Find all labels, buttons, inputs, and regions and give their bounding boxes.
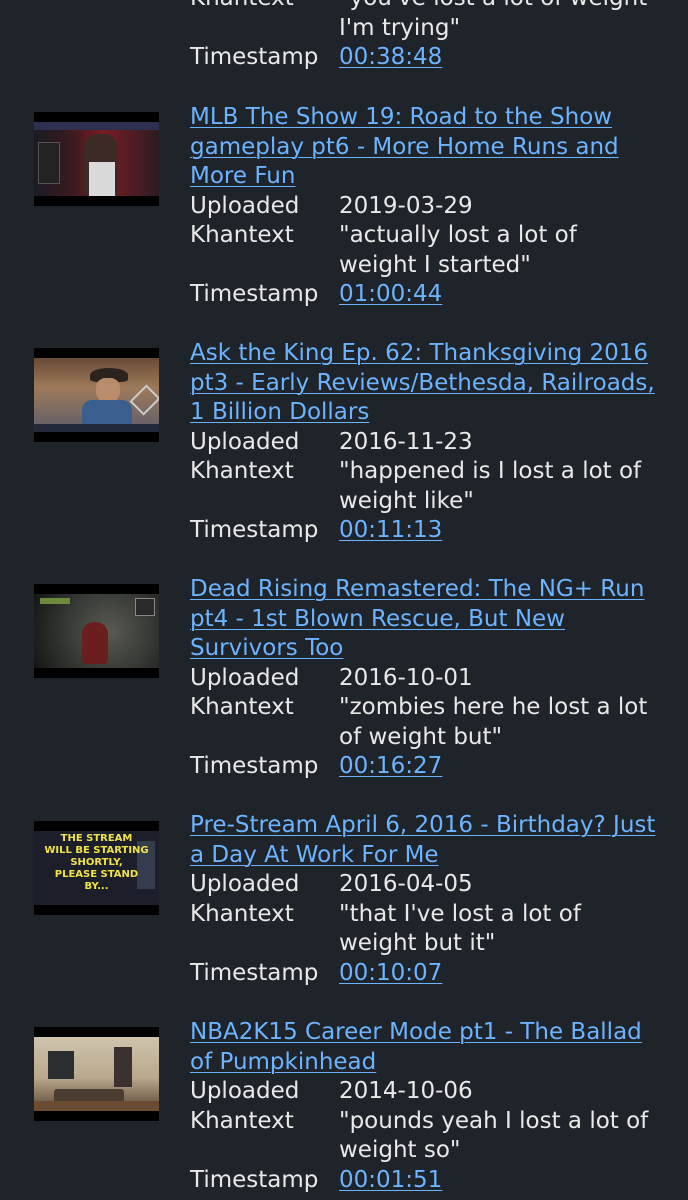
uploaded-date: 2016-11-23 [339, 428, 473, 455]
video-title-link[interactable]: Ask the King Ep. 62: Thanksgiving 2016 p… [190, 339, 660, 428]
uploaded-label: Uploaded [190, 871, 300, 897]
timestamp-link[interactable]: 00:11:13 [339, 517, 442, 543]
khantext-label: Khantext [190, 694, 294, 720]
video-thumbnail[interactable]: THE STREAM WILL BE STARTING SHORTLY, PLE… [34, 821, 159, 915]
video-title-link[interactable]: Pre-Stream April 6, 2016 - Birthday? Jus… [190, 811, 660, 870]
khantext-value: "that I've lost a lot of weight but it" [339, 900, 581, 957]
timestamp-link[interactable]: 00:01:51 [339, 1167, 442, 1193]
timestamp-label: Timestamp [190, 281, 319, 307]
thumbnail-caption: WILL BE STARTING [44, 845, 149, 856]
timestamp-link[interactable]: 00:38:48 [339, 44, 442, 70]
thumbnail-caption: THE STREAM [60, 833, 133, 844]
uploaded-label: Uploaded [190, 664, 300, 691]
khantext-value: "zombies here he lost a lot of weight bu… [339, 694, 648, 750]
khantext-value: "pounds yeah I lost a lot of weight so" [339, 1107, 649, 1164]
video-title-link[interactable]: MLB The Show 19: Road to the Show gamepl… [190, 103, 660, 192]
timestamp-label: Timestamp [190, 44, 319, 70]
uploaded-label: Uploaded [190, 192, 300, 219]
khantext-value: "happened is I lost a lot of weight like… [339, 458, 642, 514]
khantext-label: Khantext [190, 222, 294, 248]
uploaded-label: Uploaded [190, 1078, 300, 1104]
khantext-label: Khantext [190, 900, 294, 927]
timestamp-label: Timestamp [190, 1166, 319, 1193]
khantext-value: "you've lost a lot of weight I'm trying" [339, 0, 647, 41]
timestamp-link[interactable]: 01:00:44 [339, 281, 442, 307]
timestamp-label: Timestamp [190, 517, 319, 543]
khantext-label: Khantext [190, 1107, 294, 1134]
thumbnail-caption: SHORTLY, [70, 857, 123, 868]
timestamp-link[interactable]: 00:16:27 [339, 753, 442, 779]
uploaded-date: 2019-03-29 [339, 192, 473, 219]
video-thumbnail[interactable] [34, 1027, 159, 1121]
timestamp-link[interactable]: 00:10:07 [339, 960, 442, 986]
khantext-label: Khantext [190, 0, 339, 43]
timestamp-label: Timestamp [190, 753, 319, 779]
uploaded-date: 2016-10-01 [339, 664, 473, 691]
video-thumbnail[interactable] [34, 112, 159, 206]
thumbnail-caption: PLEASE STAND [54, 869, 139, 880]
uploaded-date: 2016-04-05 [339, 871, 473, 897]
uploaded-label: Uploaded [190, 428, 300, 455]
khantext-value: "actually lost a lot of weight I started… [339, 222, 577, 278]
video-title-link[interactable]: NBA2K15 Career Mode pt1 - The Ballad of … [190, 1018, 660, 1077]
khantext-label: Khantext [190, 458, 294, 484]
video-title-link[interactable]: Dead Rising Remastered: The NG+ Run pt4 … [190, 575, 660, 664]
video-thumbnail[interactable] [34, 584, 159, 678]
thumbnail-caption: BY... [84, 881, 109, 892]
video-thumbnail[interactable] [34, 348, 159, 442]
uploaded-date: 2014-10-06 [339, 1078, 473, 1104]
timestamp-label: Timestamp [190, 959, 319, 986]
